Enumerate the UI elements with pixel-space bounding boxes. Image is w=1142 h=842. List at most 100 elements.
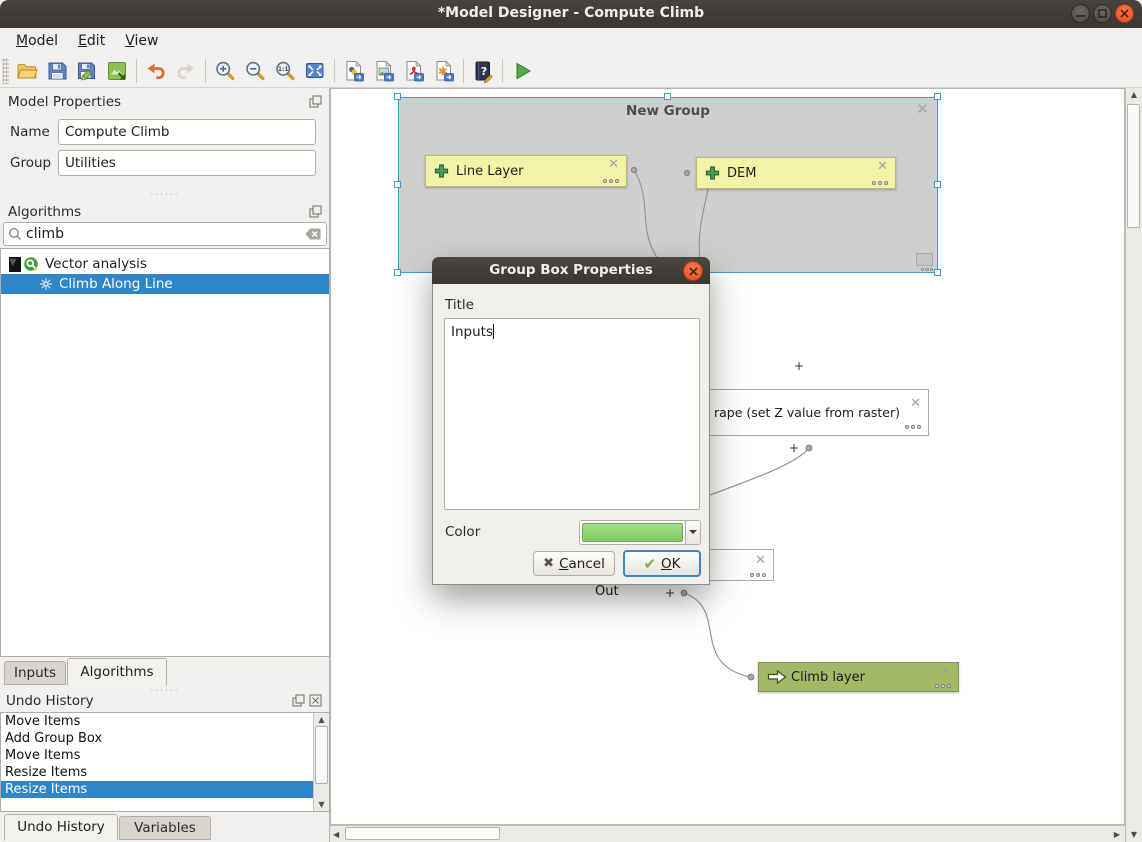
export-image-button[interactable] (369, 56, 399, 86)
tab-variables[interactable]: Variables (119, 816, 211, 840)
model-name-input[interactable] (58, 119, 316, 145)
export-pdf-icon (402, 59, 426, 83)
node-link-dots[interactable] (905, 425, 921, 429)
selection-handle[interactable] (394, 269, 401, 276)
canvas-vertical-scrollbar[interactable]: ▲ ▼ (1125, 88, 1142, 842)
cancel-label: Cancel (559, 556, 605, 572)
model-properties-header: Model Properties (8, 94, 121, 110)
menu-model[interactable]: Model (6, 30, 68, 52)
scroll-right-arrow[interactable]: ▶ (1114, 830, 1120, 839)
scroll-left-arrow[interactable]: ◀ (333, 830, 339, 839)
node-dem[interactable]: DEM ✕ (696, 157, 896, 189)
float-panel-icon[interactable] (309, 205, 322, 218)
node-climb-layer[interactable]: Climb layer ✕ (758, 662, 959, 692)
selection-handle[interactable] (664, 93, 671, 100)
save-model-in-project-button[interactable] (102, 56, 132, 86)
node-drape-algorithm[interactable]: rape (set Z value from raster) ✕ (709, 389, 929, 436)
socket-expand-plus[interactable]: + (665, 586, 675, 600)
maximize-button[interactable] (1093, 4, 1112, 23)
undo-button[interactable] (141, 56, 171, 86)
redo-button[interactable] (171, 56, 201, 86)
close-panel-icon[interactable] (309, 694, 322, 707)
float-panel-icon[interactable] (309, 95, 322, 108)
color-dropdown-button[interactable] (685, 521, 700, 544)
socket-expand-plus[interactable]: + (794, 359, 804, 373)
node-delete-icon[interactable]: ✕ (940, 665, 951, 678)
canvas-horizontal-scrollbar[interactable]: ◀ ▶ (330, 825, 1125, 842)
selection-handle[interactable] (934, 181, 941, 188)
scrollbar-thumb[interactable] (345, 827, 500, 840)
open-model-button[interactable] (12, 56, 42, 86)
scroll-down-arrow[interactable]: ▼ (314, 798, 329, 811)
toolbar-grip[interactable] (2, 58, 9, 84)
undo-list-scrollbar[interactable]: ▲ ▼ (313, 713, 329, 811)
export-svg-button[interactable] (429, 56, 459, 86)
node-link-dots[interactable] (872, 181, 888, 185)
dialog-titlebar[interactable]: Group Box Properties (432, 257, 710, 284)
tab-undo-history[interactable]: Undo History (4, 814, 118, 841)
panel-splitter[interactable]: ······ (0, 192, 330, 198)
zoom-in-button[interactable] (210, 56, 240, 86)
menu-view[interactable]: View (115, 30, 168, 52)
group-link-dots[interactable] (921, 268, 934, 272)
minimize-button[interactable] (1071, 4, 1090, 23)
node-line-layer[interactable]: Line Layer ✕ (425, 155, 627, 187)
tree-group-vector-analysis[interactable]: ▼ Vector analysis (1, 254, 329, 274)
node-delete-icon[interactable]: ✕ (755, 554, 766, 567)
scrollbar-thumb[interactable] (315, 726, 328, 784)
group-delete-icon[interactable]: ✕ (916, 103, 929, 116)
save-model-as-button[interactable] (72, 56, 102, 86)
zoom-full-button[interactable] (300, 56, 330, 86)
cancel-x-icon: ✖ (543, 556, 554, 571)
help-button[interactable]: ? (468, 56, 498, 86)
close-button[interactable] (1115, 4, 1134, 23)
toolbar-separator (136, 59, 137, 83)
title-field-label: Title (445, 297, 474, 313)
zoom-out-button[interactable] (240, 56, 270, 86)
selection-handle[interactable] (934, 269, 941, 276)
selection-handle[interactable] (934, 93, 941, 100)
model-group-input[interactable] (58, 150, 316, 176)
export-pdf-button[interactable] (399, 56, 429, 86)
node-delete-icon[interactable]: ✕ (608, 158, 619, 171)
group-title-textarea[interactable]: Inputs (444, 318, 700, 510)
undo-item[interactable]: Resize Items (1, 764, 313, 781)
color-swatch[interactable] (582, 523, 683, 542)
tree-expand-caret[interactable]: ▼ (9, 257, 21, 272)
cancel-button[interactable]: ✖ Cancel (533, 551, 615, 576)
zoom-actual-button[interactable]: 1:1 (270, 56, 300, 86)
scroll-up-arrow[interactable]: ▲ (314, 713, 329, 726)
tab-algorithms[interactable]: Algorithms (67, 658, 167, 686)
group-comment-box[interactable] (916, 253, 933, 266)
search-clear-icon[interactable] (304, 227, 322, 241)
selection-handle[interactable] (394, 181, 401, 188)
socket-expand-plus[interactable]: + (789, 441, 799, 455)
dialog-close-button[interactable] (683, 261, 703, 281)
scrollbar-thumb[interactable] (1127, 104, 1140, 228)
node-link-dots[interactable] (935, 684, 951, 688)
float-panel-icon[interactable] (292, 694, 305, 707)
tab-inputs[interactable]: Inputs (4, 661, 66, 685)
window-title: *Model Designer - Compute Climb (0, 5, 1142, 21)
node-link-dots[interactable] (750, 573, 766, 577)
ok-button[interactable]: ✔OK (623, 550, 701, 577)
selection-handle[interactable] (394, 93, 401, 100)
run-icon (510, 59, 534, 83)
menu-edit[interactable]: Edit (68, 30, 115, 52)
undo-item-selected[interactable]: Resize Items (1, 781, 313, 798)
save-model-button[interactable] (42, 56, 72, 86)
run-model-button[interactable] (507, 56, 537, 86)
export-python-button[interactable] (339, 56, 369, 86)
node-delete-icon[interactable]: ✕ (877, 160, 888, 173)
tree-item-climb-along-line[interactable]: Climb Along Line (1, 274, 329, 294)
scroll-up-arrow[interactable]: ▲ (1126, 90, 1142, 99)
undo-item[interactable]: Move Items (1, 747, 313, 764)
node-delete-icon[interactable]: ✕ (910, 397, 921, 410)
scroll-down-arrow[interactable]: ▼ (1126, 830, 1142, 839)
undo-item[interactable]: Add Group Box (1, 730, 313, 747)
search-input[interactable] (26, 226, 304, 242)
color-picker-widget[interactable] (579, 520, 701, 545)
node-partially-hidden[interactable]: ✕ (708, 549, 774, 581)
node-link-dots[interactable] (603, 179, 619, 183)
undo-item[interactable]: Move Items (1, 713, 313, 730)
